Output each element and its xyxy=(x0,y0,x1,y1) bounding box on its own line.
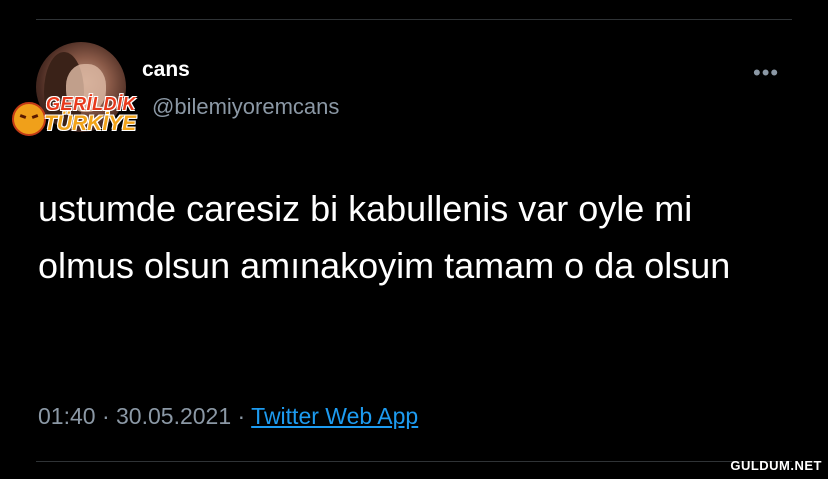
tweet-time[interactable]: 01:40 xyxy=(38,403,96,429)
top-divider xyxy=(36,19,792,20)
site-watermark: GULDUM.NET xyxy=(730,458,822,473)
user-handle[interactable]: @bilemiyoremcans xyxy=(152,94,339,120)
watermark-logo-line2: TÜRKİYE xyxy=(44,112,137,135)
bottom-divider xyxy=(36,461,792,462)
tweet-text: ustumde caresiz bi kabullenis var oyle m… xyxy=(38,188,731,286)
tweet-source-link[interactable]: Twitter Web App xyxy=(251,403,418,429)
meta-separator-2: · xyxy=(231,403,252,429)
tweet-date[interactable]: 30.05.2021 xyxy=(116,403,231,429)
tweet-metadata: 01:40 · 30.05.2021 · Twitter Web App xyxy=(38,403,418,430)
more-options-icon[interactable]: ••• xyxy=(753,60,779,86)
gerildik-turkiye-watermark-logo: GERİLDİK TÜRKİYE xyxy=(8,92,153,140)
angry-face-icon xyxy=(12,102,46,136)
meta-separator: · xyxy=(95,403,117,429)
display-name[interactable]: cans xyxy=(142,58,190,82)
